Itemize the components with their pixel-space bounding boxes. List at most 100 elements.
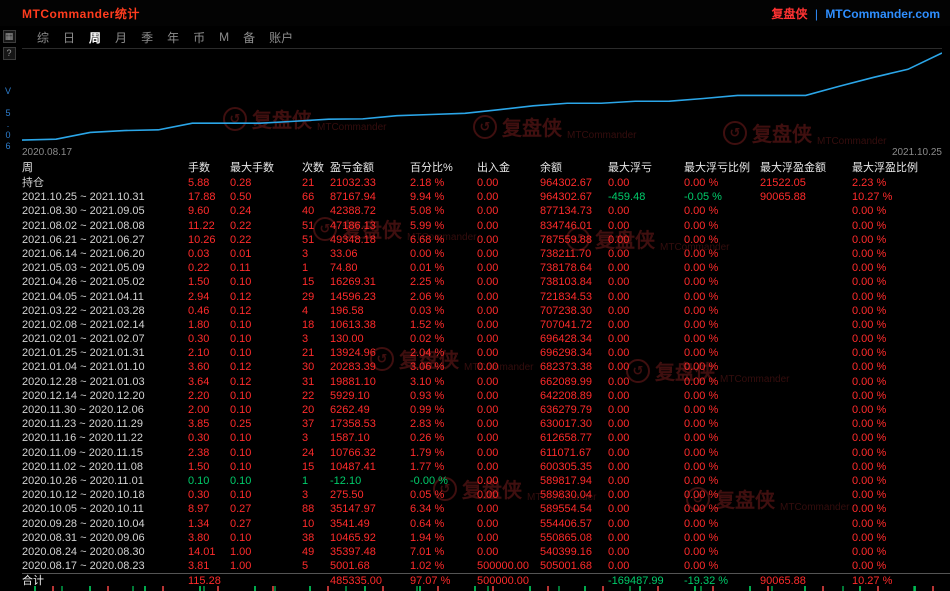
row-cell: 0.01 xyxy=(230,247,302,261)
table-row[interactable]: 2020.08.24 ~ 2020.08.3014.011.004935397.… xyxy=(22,545,950,559)
table-row[interactable]: 2021.04.26 ~ 2021.05.021.500.101516269.3… xyxy=(22,275,950,289)
menu-item-备[interactable]: 备 xyxy=(236,29,262,46)
table-row[interactable]: 2021.01.25 ~ 2021.01.312.100.102113924.9… xyxy=(22,346,950,360)
table-row[interactable]: 2020.11.16 ~ 2020.11.220.300.1031587.100… xyxy=(22,431,950,445)
table-row[interactable]: 2020.10.12 ~ 2020.10.180.300.103275.500.… xyxy=(22,488,950,502)
column-header-7[interactable]: 余额 xyxy=(540,160,608,176)
row-cell: 3 xyxy=(302,488,330,502)
table-row[interactable]: 2021.10.25 ~ 2021.10.3117.880.506687167.… xyxy=(22,190,950,204)
row-cell: 0.00 xyxy=(608,275,684,289)
row-cell: 4 xyxy=(302,304,330,318)
brand-link[interactable]: 复盘侠 | MTCommander.com xyxy=(771,5,940,22)
table-row[interactable]: 2020.08.17 ~ 2020.08.233.811.0055001.681… xyxy=(22,559,950,573)
row-cell: 0.00 % xyxy=(684,375,760,389)
row-cell: 0.00 xyxy=(608,431,684,445)
menu-item-周[interactable]: 周 xyxy=(82,29,108,46)
table-row[interactable]: 2021.02.08 ~ 2021.02.141.800.101810613.3… xyxy=(22,318,950,332)
column-header-5[interactable]: 百分比% xyxy=(410,160,477,176)
row-cell: 0.00 % xyxy=(684,403,760,417)
column-header-1[interactable]: 手数 xyxy=(188,160,230,176)
menu-item-日[interactable]: 日 xyxy=(56,29,82,46)
row-cell: 22 xyxy=(302,389,330,403)
row-cell: 0.00 xyxy=(477,460,540,474)
column-header-3[interactable]: 次数 xyxy=(302,160,330,176)
row-cell: 0.00 % xyxy=(684,517,760,531)
row-cell: 612658.77 xyxy=(540,431,608,445)
row-cell: 1.52 % xyxy=(410,318,477,332)
row-label: 2021.06.14 ~ 2021.06.20 xyxy=(22,247,188,261)
column-header-11[interactable]: 最大浮盈比例 xyxy=(852,160,950,176)
row-cell xyxy=(760,318,852,332)
row-cell: 0.00 xyxy=(477,318,540,332)
row-label: 2021.04.05 ~ 2021.04.11 xyxy=(22,290,188,304)
row-cell: 42388.72 xyxy=(330,204,410,218)
table-row[interactable]: 2020.09.28 ~ 2020.10.041.340.27103541.49… xyxy=(22,517,950,531)
row-cell xyxy=(760,360,852,374)
menu-item-月[interactable]: 月 xyxy=(108,29,134,46)
row-cell: 589817.94 xyxy=(540,474,608,488)
menu-item-综[interactable]: 综 xyxy=(30,29,56,46)
table-row[interactable]: 2021.05.03 ~ 2021.05.090.220.11174.800.0… xyxy=(22,261,950,275)
row-cell: 21522.05 xyxy=(760,176,852,190)
row-cell: 0.00 xyxy=(608,545,684,559)
row-cell: 0.00 xyxy=(608,375,684,389)
row-cell: 0.25 xyxy=(230,417,302,431)
column-header-10[interactable]: 最大浮盈金额 xyxy=(760,160,852,176)
row-cell: 0.00 % xyxy=(684,204,760,218)
row-cell: 0.12 xyxy=(230,290,302,304)
column-header-9[interactable]: 最大浮亏比例 xyxy=(684,160,760,176)
row-cell: 0.00 xyxy=(477,446,540,460)
table-row[interactable]: 2020.11.30 ~ 2020.12.062.000.10206262.49… xyxy=(22,403,950,417)
row-cell: 5929.10 xyxy=(330,389,410,403)
row-cell: 10465.92 xyxy=(330,531,410,545)
menu-item-M[interactable]: M xyxy=(212,30,236,44)
row-cell: 964302.67 xyxy=(540,176,608,190)
row-cell: 0.24 xyxy=(230,204,302,218)
menu-item-币[interactable]: 币 xyxy=(186,29,212,46)
table-row[interactable]: 2020.12.14 ~ 2020.12.202.200.10225929.10… xyxy=(22,389,950,403)
row-cell: 3.06 % xyxy=(410,360,477,374)
table-row[interactable]: 2021.04.05 ~ 2021.04.112.940.122914596.2… xyxy=(22,290,950,304)
column-header-6[interactable]: 出入金 xyxy=(477,160,540,176)
table-row[interactable]: 2021.08.30 ~ 2021.09.059.600.244042388.7… xyxy=(22,204,950,218)
table-row[interactable]: 2020.10.26 ~ 2020.11.010.100.101-12.10-0… xyxy=(22,474,950,488)
table-row[interactable]: 2020.11.09 ~ 2020.11.152.380.102410766.3… xyxy=(22,446,950,460)
table-row[interactable]: 2021.08.02 ~ 2021.08.0811.220.225147186.… xyxy=(22,219,950,233)
row-cell: 0.00 xyxy=(477,247,540,261)
row-cell xyxy=(760,261,852,275)
row-cell: 0.10 xyxy=(230,474,302,488)
menu-item-年[interactable]: 年 xyxy=(160,29,186,46)
table-row[interactable]: 2020.12.28 ~ 2021.01.033.640.123119881.1… xyxy=(22,375,950,389)
row-cell: 10 xyxy=(302,517,330,531)
column-header-0[interactable]: 周 xyxy=(22,160,188,176)
row-cell: 0.30 xyxy=(188,332,230,346)
row-cell: 35147.97 xyxy=(330,502,410,516)
row-cell: 0.00 xyxy=(608,346,684,360)
table-row[interactable]: 持仓5.880.282121032.332.18 %0.00964302.670… xyxy=(22,176,950,190)
row-cell: 2.94 xyxy=(188,290,230,304)
panel-icon[interactable]: ▦ xyxy=(3,30,16,43)
table-row[interactable]: 2021.06.21 ~ 2021.06.2710.260.225149348.… xyxy=(22,233,950,247)
table-row[interactable]: 2020.10.05 ~ 2020.10.118.970.278835147.9… xyxy=(22,502,950,516)
table-row[interactable]: 2020.08.31 ~ 2020.09.063.800.103810465.9… xyxy=(22,531,950,545)
table-row[interactable]: 2020.11.02 ~ 2020.11.081.500.101510487.4… xyxy=(22,460,950,474)
row-label: 2020.08.31 ~ 2020.09.06 xyxy=(22,531,188,545)
row-cell: 500000.00 xyxy=(477,559,540,573)
row-cell: 636279.79 xyxy=(540,403,608,417)
menu-item-季[interactable]: 季 xyxy=(134,29,160,46)
row-cell: 0.00 xyxy=(608,517,684,531)
table-row[interactable]: 2020.11.23 ~ 2020.11.293.850.253717358.5… xyxy=(22,417,950,431)
table-row[interactable]: 2021.02.01 ~ 2021.02.070.300.103130.000.… xyxy=(22,332,950,346)
table-row[interactable]: 2021.03.22 ~ 2021.03.280.460.124196.580.… xyxy=(22,304,950,318)
column-header-8[interactable]: 最大浮亏 xyxy=(608,160,684,176)
row-cell: 0.00 % xyxy=(852,531,950,545)
equity-chart-canvas xyxy=(22,49,942,144)
row-cell: 6262.49 xyxy=(330,403,410,417)
table-row[interactable]: 2021.01.04 ~ 2021.01.103.600.123020283.3… xyxy=(22,360,950,374)
table-row[interactable]: 2021.06.14 ~ 2021.06.200.030.01333.060.0… xyxy=(22,247,950,261)
column-header-4[interactable]: 盈亏金额 xyxy=(330,160,410,176)
menu-item-账户[interactable]: 账户 xyxy=(262,29,300,46)
row-cell: 1.50 xyxy=(188,460,230,474)
column-header-2[interactable]: 最大手数 xyxy=(230,160,302,176)
help-icon[interactable]: ? xyxy=(3,47,16,60)
